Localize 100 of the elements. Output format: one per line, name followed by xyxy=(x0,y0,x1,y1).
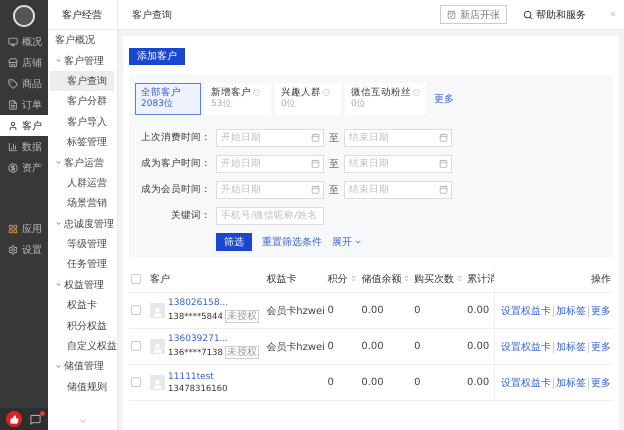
segment-tab[interactable]: 新增客户 53位 xyxy=(205,82,271,114)
sidebar-item[interactable]: 客户 xyxy=(0,115,48,136)
open-store-button[interactable]: 新店开张 xyxy=(440,5,507,24)
row-action-link[interactable]: 加标签 xyxy=(553,378,586,388)
table-cell: 0.00 xyxy=(359,364,412,400)
nav-item[interactable]: 标签管理 xyxy=(50,132,114,152)
start-date-field[interactable]: 开始日期 xyxy=(216,128,324,146)
segment-tab[interactable]: 兴趣人群 0位 xyxy=(275,82,341,114)
start-date-field[interactable]: 开始日期 xyxy=(216,180,324,198)
table-cell: 0 xyxy=(412,328,465,364)
sidebar-item[interactable]: 店铺 xyxy=(0,52,48,73)
calendar-icon xyxy=(439,132,448,142)
row-action-link[interactable]: 更多 xyxy=(588,306,611,316)
filter-label: 上次消费时间： xyxy=(140,131,211,144)
nav-item[interactable]: 场景营销 xyxy=(50,193,114,214)
row-action-link[interactable]: 设置权益卡 xyxy=(501,378,551,388)
column-header[interactable]: 积分 xyxy=(326,266,360,292)
sidebar-item[interactable]: 概况 xyxy=(0,31,48,52)
grid-icon xyxy=(8,224,18,234)
avatar xyxy=(13,5,35,27)
customer-name-link[interactable]: 138026158... xyxy=(168,298,259,308)
tag-icon xyxy=(8,78,18,88)
column-header: 权益卡 xyxy=(264,266,326,292)
column-header[interactable]: 储值余额 xyxy=(359,266,412,292)
sidebar-item[interactable]: 应用 xyxy=(0,218,48,239)
sidebar-item[interactable]: 订单 xyxy=(0,94,48,115)
nav-group[interactable]: 权益管理 xyxy=(50,274,114,296)
chevron-down-icon xyxy=(55,159,62,166)
start-date-field[interactable]: 开始日期 xyxy=(216,154,324,172)
thumbs-up-icon[interactable] xyxy=(6,411,22,427)
status-tag: 未授权 xyxy=(224,310,259,323)
nav-item[interactable]: 客户查询 xyxy=(50,70,114,92)
sidebar-item[interactable]: 资产 xyxy=(0,157,48,178)
select-all-checkbox[interactable] xyxy=(131,274,141,284)
row-checkbox[interactable] xyxy=(131,341,141,352)
row-checkbox[interactable] xyxy=(131,377,141,388)
range-separator: 至 xyxy=(329,184,339,196)
sidebar-item[interactable]: 设置 xyxy=(0,239,48,260)
expand-link[interactable]: 展开 xyxy=(332,234,362,248)
search-icon xyxy=(522,10,533,20)
sort-icon[interactable] xyxy=(403,275,410,282)
page-title: 客户查询 xyxy=(132,8,173,22)
nav-item[interactable]: 积分权益 xyxy=(50,315,114,336)
info-icon xyxy=(323,89,330,96)
row-action-link[interactable]: 加标签 xyxy=(553,306,586,316)
phone-number: 138****5844 xyxy=(168,312,223,322)
segment-tab[interactable]: 微信互动粉丝 0位 xyxy=(345,82,426,114)
row-action-link[interactable]: 加标签 xyxy=(553,342,586,352)
nav-group[interactable]: 储值管理 xyxy=(50,356,114,377)
chevron-down-icon xyxy=(55,362,62,370)
end-date-field[interactable]: 结束日期 xyxy=(344,128,452,146)
phone-number: 13478316160 xyxy=(168,384,228,394)
nav-item[interactable]: 客户导入 xyxy=(50,112,114,132)
chevron-down-icon xyxy=(55,220,62,228)
table-cell: 0.00 xyxy=(359,328,412,364)
table-cell: 0 xyxy=(326,364,360,400)
status-tag: 未授权 xyxy=(224,346,259,359)
row-action-link[interactable]: 更多 xyxy=(588,378,611,388)
column-header: 客户 xyxy=(148,266,264,292)
bar-chart-icon xyxy=(8,142,18,152)
row-checkbox[interactable] xyxy=(131,305,141,316)
range-separator: 至 xyxy=(329,132,339,144)
nav-item[interactable]: 储值规则 xyxy=(50,376,114,398)
filter-label: 关键词： xyxy=(170,209,211,222)
add-customer-button[interactable]: 添加客户 xyxy=(129,48,185,64)
filter-label: 成为会员时间： xyxy=(140,183,211,196)
nav-group[interactable]: 忠诚度管理 xyxy=(50,214,114,234)
filter-button[interactable]: 筛选 xyxy=(216,232,252,250)
column-header[interactable]: 购买次数 xyxy=(412,266,465,292)
row-action-link[interactable]: 更多 xyxy=(588,342,611,352)
nav-item[interactable]: 客户概况 xyxy=(50,30,114,50)
sidebar-item[interactable]: 商品 xyxy=(0,73,48,94)
nav-item[interactable]: 权益卡 xyxy=(50,295,114,316)
customer-name-link[interactable]: 136039271... xyxy=(168,334,259,344)
keyword-field[interactable]: 手机号/微信昵称/姓名 xyxy=(216,206,324,224)
sort-icon[interactable] xyxy=(350,275,357,282)
end-date-field[interactable]: 结束日期 xyxy=(344,154,452,172)
settings-icon xyxy=(8,244,18,254)
table-cell: 0.00 xyxy=(465,328,495,364)
customer-name-link[interactable]: 11111test xyxy=(168,372,228,382)
segment-tab[interactable]: 全部客户 2083位 xyxy=(135,82,201,114)
nav-item[interactable]: 客户分群 xyxy=(50,91,114,112)
nav-group[interactable]: 客户管理 xyxy=(50,50,114,71)
sidebar-item[interactable]: 数据 xyxy=(0,136,48,157)
calendar-icon xyxy=(439,184,448,194)
nav-item[interactable]: 任务管理 xyxy=(50,254,114,275)
nav-item[interactable]: 等级管理 xyxy=(50,234,114,254)
table-cell: 0.00 xyxy=(465,364,495,400)
more-link[interactable]: 更多 xyxy=(434,92,454,106)
help-link[interactable]: 帮助和服务 xyxy=(522,8,586,22)
chat-icon[interactable] xyxy=(30,414,41,424)
row-action-link[interactable]: 设置权益卡 xyxy=(501,306,551,316)
reset-filters-link[interactable]: 重置筛选条件 xyxy=(262,234,322,248)
row-action-link[interactable]: 设置权益卡 xyxy=(501,342,551,352)
range-separator: 至 xyxy=(329,158,339,170)
nav-group[interactable]: 客户运营 xyxy=(50,152,114,173)
sort-icon[interactable] xyxy=(456,275,464,282)
calendar-icon xyxy=(311,184,320,194)
end-date-field[interactable]: 结束日期 xyxy=(344,180,452,198)
nav-item[interactable]: 人群运营 xyxy=(50,172,114,194)
